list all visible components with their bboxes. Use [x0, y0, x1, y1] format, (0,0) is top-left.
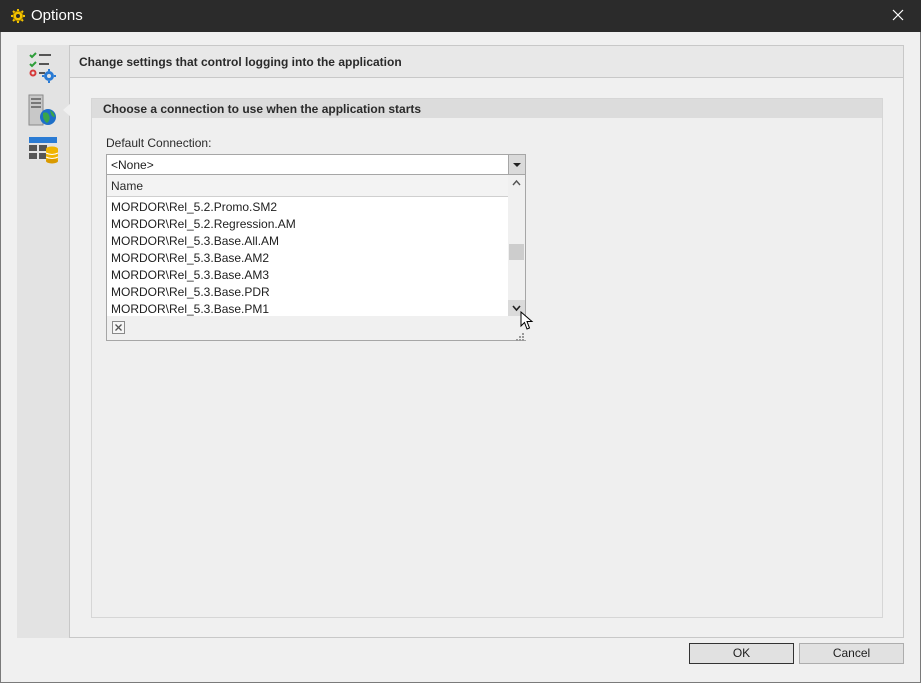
server-globe-icon: [23, 94, 59, 130]
ok-button[interactable]: OK: [689, 643, 794, 664]
list-item[interactable]: MORDOR\Rel_5.3.Base.AM2: [107, 250, 509, 267]
page-header: Change settings that control logging int…: [70, 46, 903, 78]
dropdown-footer: [107, 316, 526, 341]
column-header-label: Name: [111, 179, 144, 193]
title-bar: Options: [0, 0, 921, 32]
settings-page: Change settings that control logging int…: [70, 45, 904, 638]
default-connection-combo[interactable]: <None>: [106, 154, 526, 175]
list-item[interactable]: MORDOR\Rel_5.3.Base.PM1: [107, 301, 509, 316]
nav-item-logon[interactable]: [23, 93, 63, 129]
mouse-cursor-icon: [520, 310, 534, 334]
list-scrollbar[interactable]: [508, 175, 525, 316]
page-title: Change settings that control logging int…: [79, 55, 402, 69]
table-database-icon: [23, 137, 59, 170]
options-nav: [17, 45, 70, 638]
list-item[interactable]: MORDOR\Rel_5.2.Promo.SM2: [107, 199, 509, 216]
connection-list: MORDOR\Rel_5.2.Promo.SM2 MORDOR\Rel_5.2.…: [107, 197, 509, 316]
name-column-header[interactable]: Name: [107, 175, 509, 197]
chevron-down-icon[interactable]: [508, 155, 525, 174]
combo-value: <None>: [111, 158, 154, 172]
default-connection-label: Default Connection:: [106, 136, 212, 150]
group-header: Choose a connection to use when the appl…: [92, 99, 882, 118]
list-item[interactable]: MORDOR\Rel_5.3.Base.PDR: [107, 284, 509, 301]
clear-selection-button[interactable]: [112, 321, 125, 334]
close-button[interactable]: [875, 0, 921, 32]
gear-icon: [11, 9, 25, 23]
list-item[interactable]: MORDOR\Rel_5.3.Base.All.AM: [107, 233, 509, 250]
nav-item-database[interactable]: [23, 135, 63, 171]
scroll-thumb[interactable]: [509, 244, 524, 260]
connection-dropdown: Name MORDOR\Rel_5.2.Promo.SM2 MORDOR\Rel…: [106, 175, 526, 341]
group-title: Choose a connection to use when the appl…: [103, 102, 422, 116]
list-item[interactable]: MORDOR\Rel_5.3.Base.AM3: [107, 267, 509, 284]
nav-item-general[interactable]: [23, 51, 63, 87]
scroll-up-icon[interactable]: [508, 175, 525, 191]
window-title: Options: [31, 7, 83, 24]
checklist-gear-icon: [23, 52, 59, 86]
list-item[interactable]: MORDOR\Rel_5.2.Regression.AM: [107, 216, 509, 233]
close-icon: [892, 9, 904, 24]
cancel-button[interactable]: Cancel: [799, 643, 904, 664]
